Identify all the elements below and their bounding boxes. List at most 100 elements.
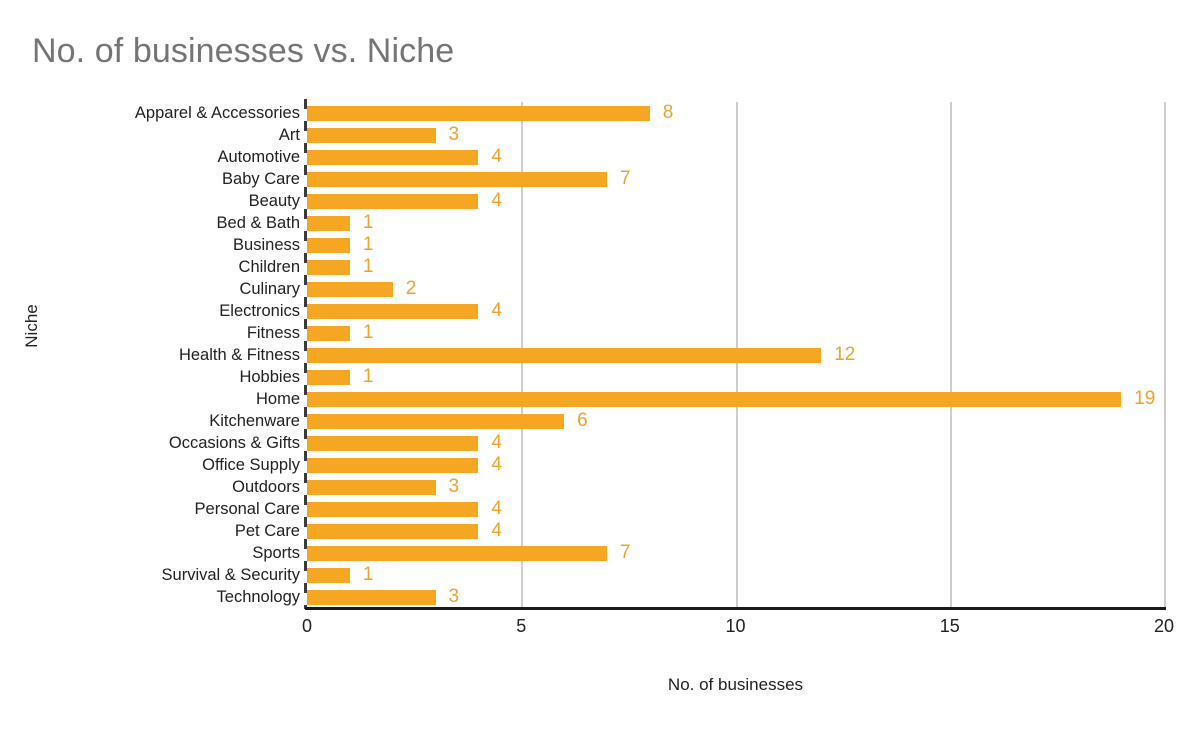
bar-row: 2	[307, 278, 1164, 301]
y-tick-label: Personal Care	[194, 499, 300, 518]
bar[interactable]	[307, 150, 479, 165]
bar[interactable]	[307, 238, 350, 253]
bar[interactable]	[307, 260, 350, 275]
bar-row: 4	[307, 498, 1164, 521]
bar-value-label: 8	[662, 102, 674, 123]
bar-row: 12	[307, 344, 1164, 367]
bar-row: 4	[307, 190, 1164, 213]
bar-row: 1	[307, 322, 1164, 345]
y-tick-label: Home	[255, 389, 300, 408]
y-axis-tick	[304, 407, 307, 417]
y-axis-tick	[304, 473, 307, 483]
y-tick-label: Survival & Security	[161, 565, 300, 584]
bar[interactable]	[307, 282, 393, 297]
y-tick-label: Fitness	[246, 323, 300, 342]
y-axis-tick	[304, 429, 307, 439]
y-axis-tick	[304, 341, 307, 351]
bar[interactable]	[307, 304, 479, 319]
bar-value-label: 3	[448, 124, 460, 145]
bar-value-label: 7	[619, 168, 631, 189]
bar-row: 4	[307, 432, 1164, 455]
y-tick-label: Electronics	[219, 301, 300, 320]
bar[interactable]	[307, 106, 650, 121]
y-axis-tick	[304, 297, 307, 307]
x-tick-label: 10	[725, 616, 746, 636]
x-tick-label: 20	[1153, 616, 1175, 636]
x-axis-title: No. of businesses	[667, 675, 804, 694]
bar[interactable]	[307, 348, 822, 363]
bar[interactable]	[307, 524, 479, 539]
bar-value-label: 1	[362, 256, 374, 277]
y-axis-tick	[304, 165, 307, 175]
x-axis-tick-labels: 0 5 10 15 20	[302, 613, 1174, 643]
y-tick-label: Automotive	[217, 147, 300, 166]
bar[interactable]	[307, 480, 436, 495]
y-tick-label: Pet Care	[234, 521, 300, 540]
bar-row: 1	[307, 366, 1164, 389]
bar-value-label: 1	[362, 322, 374, 343]
bar-row: 8	[307, 102, 1164, 125]
y-axis-tick-labels: Apparel & Accessories Art Automotive Baby C…	[60, 102, 300, 608]
bar-row: 7	[307, 542, 1164, 565]
bar-value-label: 4	[491, 432, 502, 453]
x-tick-label: 0	[301, 616, 313, 636]
bar[interactable]	[307, 568, 350, 583]
y-tick-label: Hobbies	[239, 367, 300, 386]
y-tick-label: Apparel & Accessories	[134, 103, 300, 122]
bar[interactable]	[307, 216, 350, 231]
bar-value-label: 1	[362, 212, 374, 233]
bar-row: 1	[307, 564, 1164, 587]
y-tick-label: Bed & Bath	[216, 213, 300, 232]
bar-value-label: 4	[491, 300, 502, 321]
bar-row: 4	[307, 520, 1164, 543]
bar[interactable]	[307, 436, 479, 451]
y-axis-tick	[304, 319, 307, 329]
y-axis-tick	[304, 583, 307, 593]
bar[interactable]	[307, 414, 565, 429]
bar-value-label: 4	[491, 146, 502, 167]
y-tick-label: Art	[278, 125, 300, 144]
y-tick-label: Business	[233, 235, 300, 254]
bar[interactable]	[307, 370, 350, 385]
bar-value-label: 12	[834, 344, 856, 365]
chart-title: No. of businesses vs. Niche	[32, 32, 455, 70]
bar-value-label: 7	[619, 542, 631, 563]
bar[interactable]	[307, 392, 1122, 407]
bar[interactable]	[307, 502, 479, 517]
y-tick-label: Baby Care	[222, 169, 300, 188]
bar[interactable]	[307, 326, 350, 341]
y-tick-label: Kitchenware	[209, 411, 300, 430]
y-axis-tick	[304, 209, 307, 219]
y-tick-label: Children	[238, 257, 300, 276]
bar-value-label: 19	[1134, 388, 1156, 409]
y-axis-tick	[304, 539, 307, 549]
y-axis-tick	[304, 451, 307, 461]
gridline	[1164, 102, 1166, 608]
bar-value-label: 4	[491, 454, 502, 475]
bar-value-label: 4	[491, 498, 502, 519]
bar-value-label: 6	[577, 410, 588, 431]
bar-row: 4	[307, 146, 1164, 169]
bar-value-label: 1	[362, 366, 374, 387]
y-tick-label: Office Supply	[202, 455, 300, 474]
bar[interactable]	[307, 172, 607, 187]
bar-row: 3	[307, 476, 1164, 499]
bar[interactable]	[307, 128, 436, 143]
bar[interactable]	[307, 546, 607, 561]
bar-row: 1	[307, 234, 1164, 257]
bar-row: 3	[307, 124, 1164, 147]
bar-row: 7	[307, 168, 1164, 191]
plot-area: 8 3 4 7 4 1 1 1 2 4 1 12 1 19 6 4 4 3 4 4 7 1 3	[304, 99, 1166, 609]
bar[interactable]	[307, 590, 436, 605]
bar[interactable]	[307, 194, 479, 209]
y-axis-tick	[304, 517, 307, 527]
x-tick-label: 15	[939, 616, 960, 636]
y-tick-label: Culinary	[239, 279, 300, 298]
bar[interactable]	[307, 458, 479, 473]
y-axis-tick	[304, 143, 307, 153]
y-axis-tick	[304, 363, 307, 373]
y-axis-tick	[304, 495, 307, 505]
y-axis-tick	[304, 231, 307, 241]
y-axis-tick	[304, 253, 307, 263]
y-tick-label: Outdoors	[232, 477, 300, 496]
